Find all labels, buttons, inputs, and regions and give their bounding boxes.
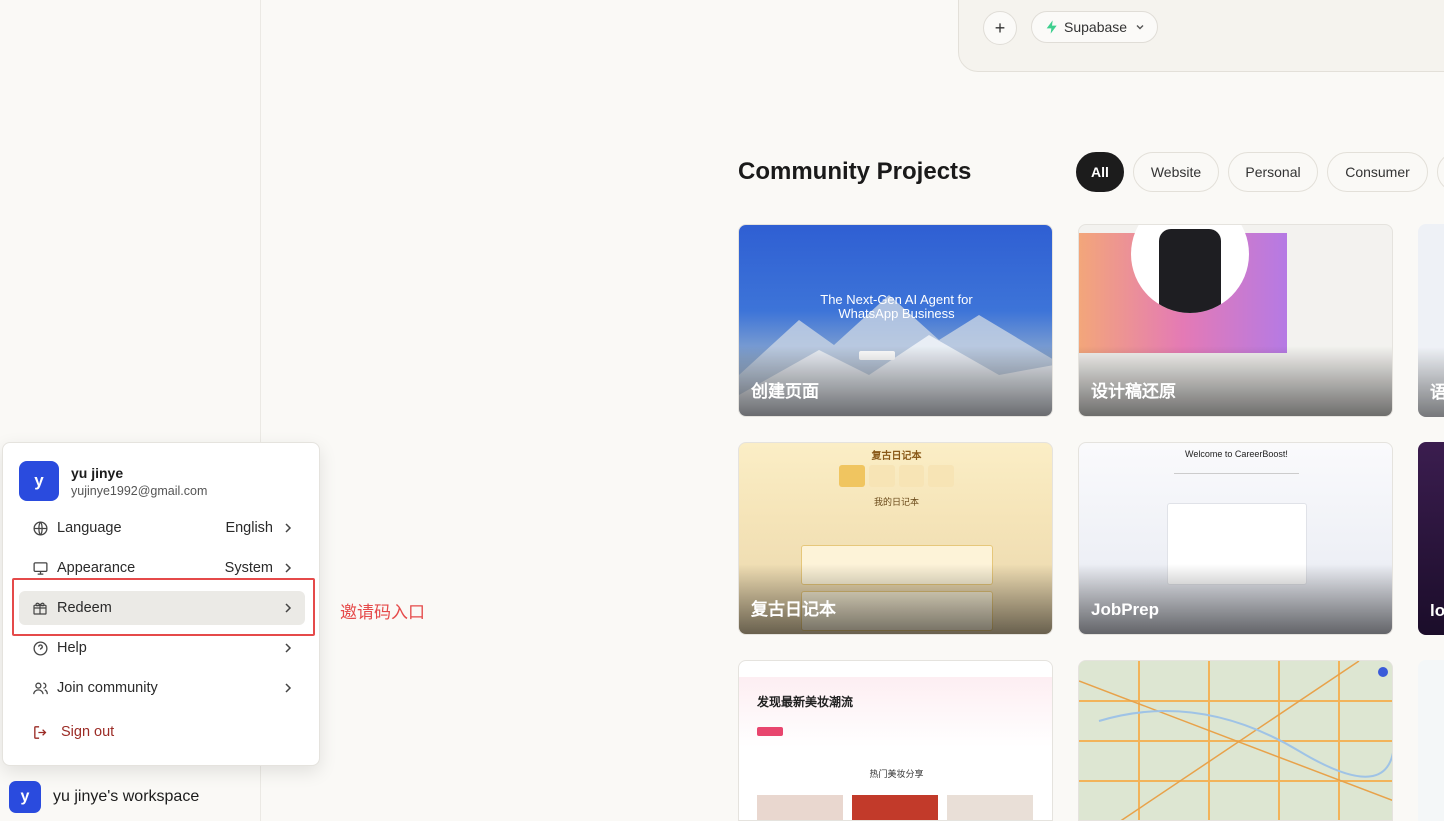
chevron-right-icon: [285, 643, 292, 653]
menu-item-join-community[interactable]: Join community: [19, 671, 305, 705]
redeem-highlight-box: [12, 578, 315, 636]
card-label: 创建页面: [751, 382, 819, 401]
filter-chip-consumer[interactable]: Consumer: [1327, 152, 1428, 192]
card-preview-title: 发现最新美妆潮流: [757, 695, 854, 709]
card-label: 设计稿还原: [1091, 382, 1176, 401]
card-preview-steps: [1174, 473, 1299, 477]
map-illustration: [1079, 661, 1392, 820]
card-label: JobPrep: [1091, 600, 1160, 619]
community-title: Community Projects: [738, 158, 972, 185]
supabase-button[interactable]: Supabase: [1031, 11, 1158, 43]
supabase-bolt-icon: [1046, 20, 1057, 34]
workspace-avatar: y: [9, 781, 41, 813]
card-label: lo: [1430, 601, 1444, 620]
card-preview-title: Welcome to CareerBoost!: [1185, 449, 1288, 459]
supabase-label: Supabase: [1064, 19, 1128, 35]
user-info: y yu jinye yujinye1992@gmail.com: [19, 461, 207, 501]
menu-item-label: Join community: [57, 680, 158, 696]
card-preview-banner: [739, 677, 1052, 747]
card-preview-subtitle: 热门美妆分享: [869, 769, 924, 779]
user-name: yu jinye: [71, 464, 124, 481]
chevron-right-icon: [285, 563, 292, 573]
card-label: 复古日记本: [751, 600, 836, 619]
menu-item-label: Language: [57, 520, 122, 536]
sign-out-label: Sign out: [61, 724, 115, 740]
filter-chip-all[interactable]: All: [1076, 152, 1124, 192]
card-preview-button: [757, 727, 783, 736]
project-card-peek[interactable]: [1418, 660, 1444, 821]
card-label: 语: [1430, 383, 1444, 402]
user-email: yujinye1992@gmail.com: [71, 483, 208, 498]
monitor-icon: [31, 559, 49, 577]
project-card[interactable]: The Next-Gen AI Agent for WhatsApp Busin…: [738, 224, 1053, 417]
chevron-right-icon: [285, 683, 292, 693]
menu-item-label: Appearance: [57, 560, 136, 576]
card-preview-tile: [947, 795, 1033, 820]
menu-item-label: Help: [57, 640, 87, 656]
add-button[interactable]: +: [983, 11, 1017, 45]
card-shade: [1079, 564, 1392, 634]
project-card-peek[interactable]: lo: [1418, 442, 1444, 635]
appearance-value: System: [224, 560, 273, 576]
project-card[interactable]: Welcome to CareerBoost! JobPrep: [1078, 442, 1393, 635]
card-preview-tile: [852, 795, 938, 820]
language-value: English: [225, 520, 273, 536]
invite-code-annotation: 邀请码入口: [340, 603, 425, 622]
card-preview-title: The Next-Gen AI Agent for WhatsApp Busin…: [820, 292, 973, 321]
project-card[interactable]: 发现最新美妆潮流 热门美妆分享: [738, 660, 1053, 821]
project-card-peek[interactable]: 语: [1418, 224, 1444, 417]
workspace-switcher[interactable]: y yu jinye's workspace: [9, 781, 199, 813]
user-avatar: y: [19, 461, 59, 501]
chevron-down-icon: [1136, 25, 1144, 30]
card-preview-tile: [757, 795, 843, 820]
card-preview-subtitle: 我的日记本: [873, 497, 919, 507]
filter-chip-more[interactable]: [1437, 152, 1444, 192]
help-circle-icon: [31, 639, 49, 657]
project-card[interactable]: 设计稿还原: [1078, 224, 1393, 417]
menu-item-help[interactable]: Help: [19, 631, 305, 665]
menu-item-language[interactable]: Language English: [19, 511, 305, 545]
sign-out-button[interactable]: Sign out: [19, 715, 305, 749]
filter-chip-website[interactable]: Website: [1133, 152, 1219, 192]
project-card[interactable]: [1078, 660, 1393, 821]
sign-out-icon: [31, 723, 49, 741]
filter-chip-personal[interactable]: Personal: [1228, 152, 1318, 192]
card-preview-tabs: [839, 465, 954, 487]
chevron-right-icon: [285, 523, 292, 533]
card-preview-title: 复古日记本: [871, 451, 922, 462]
workspace-name: yu jinye's workspace: [53, 788, 200, 805]
users-icon: [31, 679, 49, 697]
globe-icon: [31, 519, 49, 537]
project-card[interactable]: 复古日记本 我的日记本 复古日记本: [738, 442, 1053, 635]
prompt-panel: [958, 0, 1444, 72]
zoom-in-icon: [1378, 667, 1388, 677]
